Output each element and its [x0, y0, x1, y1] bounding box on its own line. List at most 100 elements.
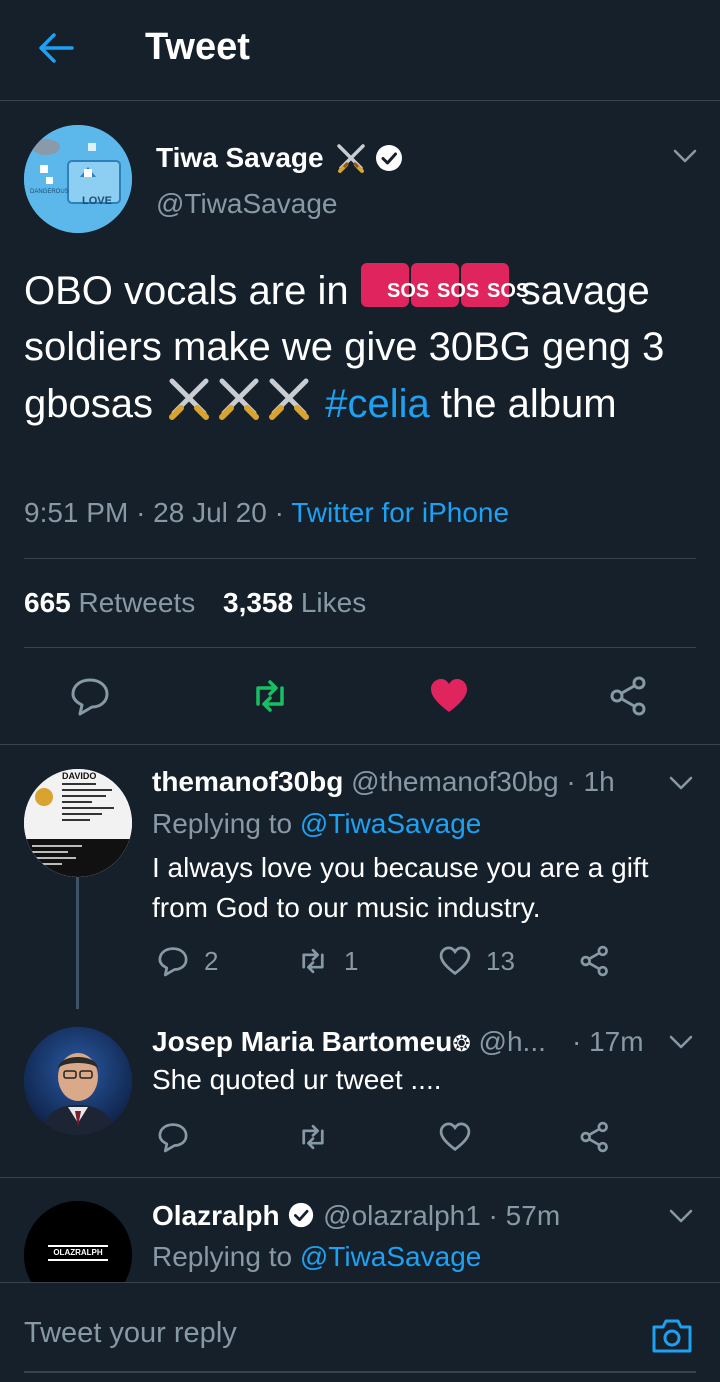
input-underline: [24, 1371, 696, 1373]
sos-emoji-labels: SOS SOS SOS: [384, 275, 544, 315]
reply-author-handle[interactable]: @h...: [479, 1026, 546, 1057]
author-handle[interactable]: @TiwaSavage: [156, 188, 337, 220]
retweet-label: Retweets: [78, 587, 196, 618]
retweet-count: 1: [344, 945, 359, 976]
reply-icon[interactable]: [68, 674, 112, 718]
reply-author-handle[interactable]: @olazralph1: [323, 1200, 481, 1231]
divider: [24, 558, 696, 559]
sos-label: SOS: [437, 280, 480, 302]
divider: [24, 647, 696, 648]
chevron-down-icon[interactable]: [672, 148, 698, 164]
share-icon: [580, 1121, 608, 1153]
retweet-icon: [302, 948, 324, 974]
avatar-heading: DAVIDO: [62, 771, 97, 781]
meta-separator: ·: [136, 497, 154, 528]
tweet-text: OBO vocals are in savage soldiers make w…: [24, 262, 704, 432]
meta-separator: ·: [558, 766, 584, 797]
chevron-down-icon[interactable]: [668, 1034, 694, 1050]
chevron-down-icon[interactable]: [668, 775, 694, 791]
avatar[interactable]: DANGEROUS LOVE: [24, 125, 132, 233]
tweet-date: 28 Jul 20: [153, 497, 267, 528]
tweet-stats: 665 Retweets 3,358 Likes: [24, 587, 366, 619]
camera-icon[interactable]: [650, 1313, 694, 1357]
reply-action-retweet[interactable]: 1: [296, 944, 358, 978]
hashtag-link[interactable]: #celia: [325, 382, 430, 426]
reply-time-wrap: · 17m: [572, 1026, 644, 1058]
avatar-text: OLAZRALPH: [53, 1248, 103, 1257]
crossed-swords-icon: [264, 375, 314, 421]
sos-label: SOS: [487, 280, 530, 302]
share-icon: [580, 945, 608, 977]
retweet-icon[interactable]: [248, 674, 292, 718]
reply-time: 17m: [589, 1026, 644, 1057]
replying-to: Replying to @TiwaSavage: [152, 808, 481, 840]
top-bar: Tweet: [0, 0, 720, 101]
avatar-text-bottom: LOVE: [82, 195, 112, 207]
divider: [0, 744, 720, 745]
like-count: 3,358: [223, 587, 294, 618]
crossed-swords-icon: [214, 375, 264, 421]
reply-time: 57m: [505, 1200, 561, 1231]
author-name[interactable]: Tiwa Savage: [156, 142, 324, 174]
reply-count: 2: [204, 945, 219, 976]
meta-separator: ·: [480, 1200, 506, 1231]
replying-prefix: Replying to: [152, 1241, 293, 1272]
reply-author-name[interactable]: Josep Maria Bartomeu: [152, 1026, 452, 1057]
avatar[interactable]: [24, 1027, 132, 1135]
replying-handle-link[interactable]: @TiwaSavage: [300, 808, 481, 839]
reply-action-retweet[interactable]: [296, 1120, 344, 1154]
reply-header: themanof30bg @themanof30bg · 1h: [152, 766, 615, 798]
reply-text: She quoted ur tweet ....: [152, 1064, 442, 1095]
crossed-swords-icon: [164, 375, 214, 421]
crossed-swords-icon: [334, 141, 368, 175]
compose-bar: Tweet your reply: [0, 1282, 720, 1382]
tweet-time: 9:51 PM: [24, 497, 129, 528]
reply-author-name[interactable]: themanof30bg: [152, 766, 343, 797]
avatar-text-top: DANGEROUS: [30, 189, 69, 195]
reply-header: Olazralph @olazralph1 · 57m: [152, 1200, 560, 1232]
like-label: Likes: [300, 587, 367, 618]
reply-action-share[interactable]: [578, 944, 626, 978]
reply-name-badge: ❂: [452, 1031, 471, 1056]
tweet-text-part1: OBO vocals are in: [24, 269, 360, 313]
thread-line: [76, 874, 79, 1009]
divider: [0, 1177, 720, 1178]
sos-label: SOS: [387, 280, 430, 302]
reply-input[interactable]: Tweet your reply: [24, 1317, 237, 1350]
back-arrow-icon[interactable]: [34, 28, 78, 68]
reply-time: 1h: [583, 766, 615, 797]
meta-separator: ·: [274, 497, 292, 528]
reply-action-share[interactable]: [578, 1120, 626, 1154]
verified-badge-icon: [374, 143, 404, 173]
verified-badge-icon: [287, 1201, 315, 1229]
reply-author-handle[interactable]: @themanof30bg: [351, 766, 558, 797]
heart-icon: [439, 946, 471, 976]
replying-to: Replying to @TiwaSavage: [152, 1241, 481, 1273]
retweet-count: 665: [24, 587, 71, 618]
heart-icon[interactable]: [427, 674, 471, 718]
reply-header: Josep Maria Bartomeu❂ @h...: [152, 1026, 546, 1058]
replying-handle-link[interactable]: @TiwaSavage: [300, 1241, 481, 1272]
reply-action-reply[interactable]: 2: [156, 944, 218, 978]
reply-author-name[interactable]: Olazralph: [152, 1200, 280, 1231]
likes-stat[interactable]: 3,358 Likes: [223, 587, 366, 618]
retweet-icon: [302, 1124, 324, 1150]
author-row[interactable]: Tiwa Savage: [156, 138, 404, 178]
reply-text: I always love you because you are a gift…: [152, 852, 649, 923]
reply-action-like[interactable]: [438, 1120, 486, 1154]
tweet-source-link[interactable]: Twitter for iPhone: [291, 497, 509, 528]
chevron-down-icon[interactable]: [668, 1208, 694, 1224]
page-title: Tweet: [145, 26, 250, 68]
reply-action-reply[interactable]: [156, 1120, 204, 1154]
tweet-text-part3: the album: [429, 382, 617, 426]
heart-icon: [439, 1122, 471, 1152]
replying-prefix: Replying to: [152, 808, 293, 839]
like-count: 13: [486, 945, 515, 976]
retweets-stat[interactable]: 665 Retweets: [24, 587, 195, 618]
reply-icon: [158, 947, 188, 977]
reply-action-like[interactable]: 13: [438, 944, 515, 978]
share-icon[interactable]: [607, 674, 651, 718]
avatar[interactable]: DAVIDO: [24, 769, 132, 877]
reply-icon: [158, 1123, 188, 1153]
meta-separator: ·: [572, 1026, 590, 1057]
